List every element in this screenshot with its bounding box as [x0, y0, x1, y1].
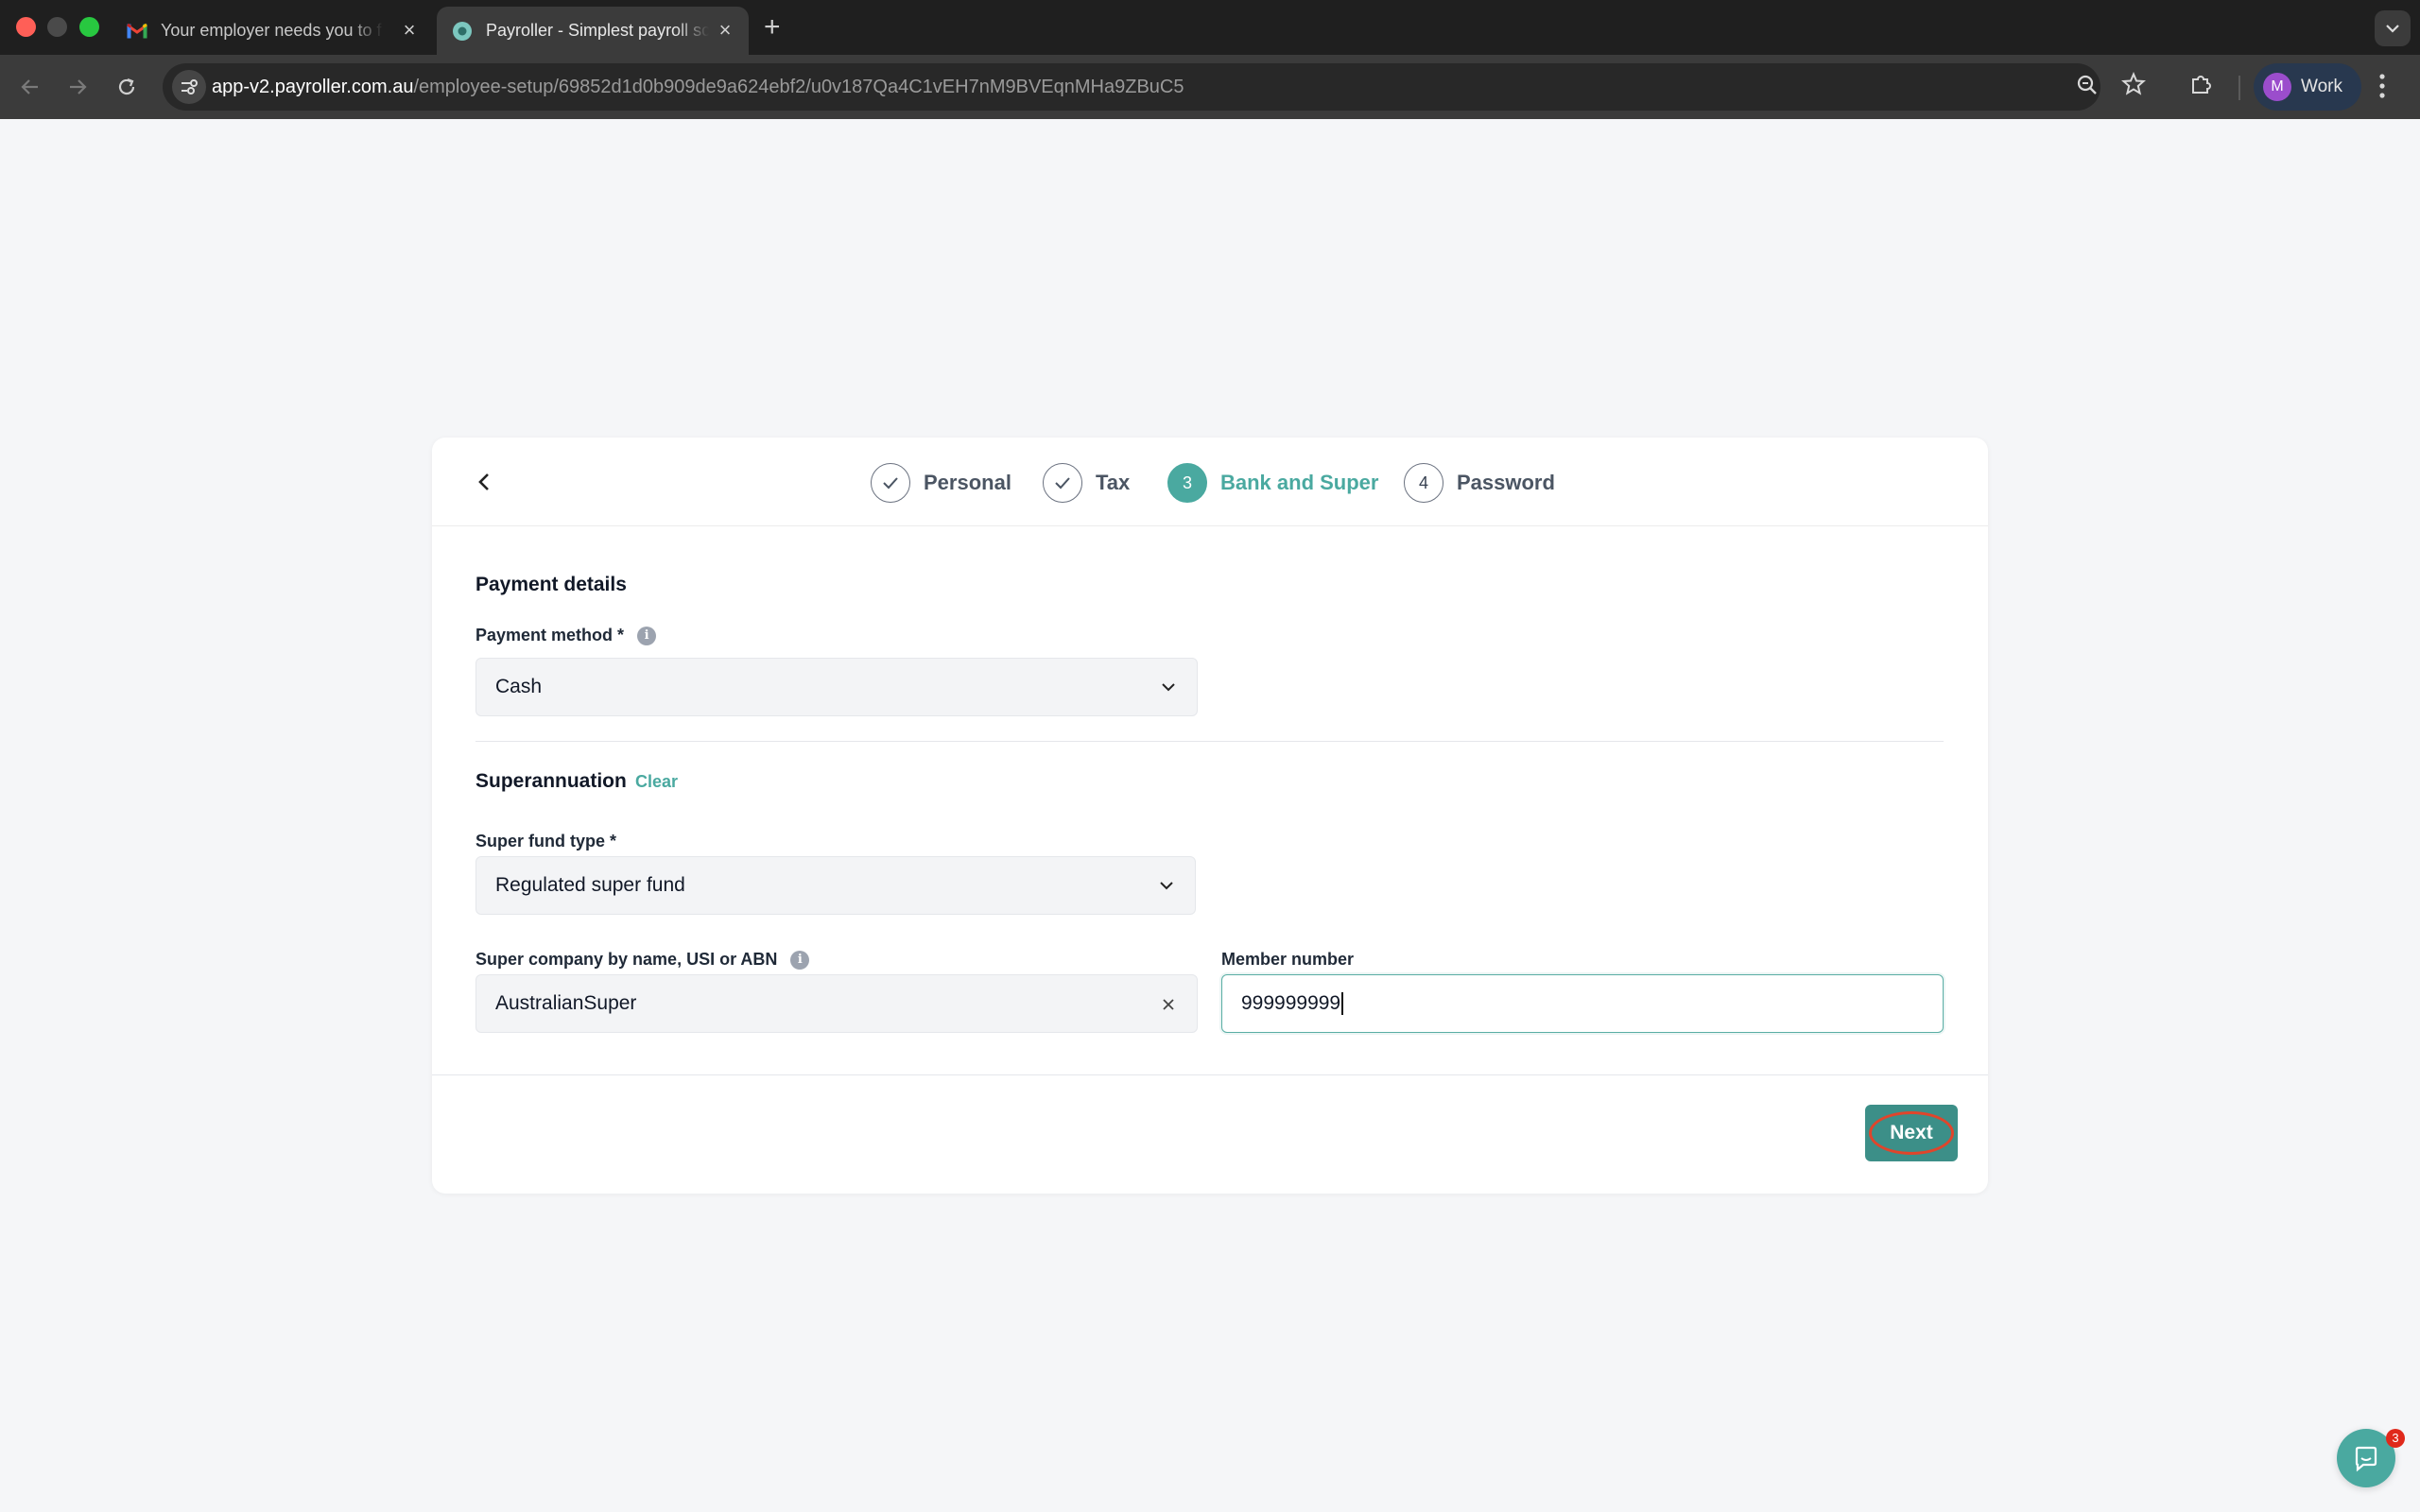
step-password[interactable]: 4 Password	[1404, 463, 1555, 503]
super-company-value: AustralianSuper	[495, 992, 637, 1014]
zoom-icon[interactable]	[2076, 74, 2099, 101]
kebab-menu-icon[interactable]	[2378, 72, 2386, 105]
new-tab-button[interactable]: +	[764, 13, 781, 42]
member-number-label-text: Member number	[1221, 950, 1355, 969]
check-icon	[871, 463, 910, 503]
super-company-label: Super company by name, USI or ABN i	[475, 950, 810, 970]
section-divider	[475, 741, 1944, 742]
reload-icon	[118, 77, 135, 95]
chevron-down-icon	[1160, 882, 1173, 890]
info-icon[interactable]: i	[790, 950, 810, 970]
maximize-window-button[interactable]	[79, 17, 99, 37]
chevron-down-icon	[2386, 25, 2399, 33]
minimize-window-button[interactable]	[47, 17, 67, 37]
browser-tab-bar: Your employer needs you to f × Payroller…	[0, 0, 2420, 55]
toolbar-divider	[2238, 76, 2240, 100]
tab-search-button[interactable]	[2375, 10, 2411, 46]
clear-input-icon[interactable]	[1157, 993, 1180, 1016]
super-fund-type-value: Regulated super fund	[495, 874, 685, 896]
member-number-field[interactable]: 999999999	[1221, 974, 1944, 1033]
notification-badge: 3	[2386, 1429, 2405, 1448]
browser-toolbar: app-v2.payroller.com.au/employee-setup/6…	[0, 55, 2420, 119]
payroller-icon	[452, 21, 473, 42]
step-label: Bank and Super	[1220, 471, 1379, 494]
text-caret	[1341, 992, 1344, 1015]
member-number-label: Member number	[1221, 950, 1354, 970]
back-button[interactable]	[468, 466, 500, 498]
back-nav-button[interactable]	[13, 70, 47, 104]
bookmark-star-icon[interactable]	[2121, 71, 2146, 101]
browser-tab-gmail[interactable]: Your employer needs you to f ×	[112, 7, 433, 55]
close-tab-icon[interactable]: ×	[715, 20, 735, 41]
employee-setup-card: Personal Tax 3 Bank and Super 4 Password…	[432, 438, 1988, 1194]
super-fund-type-label: Super fund type *	[475, 832, 616, 851]
site-info-icon[interactable]	[172, 70, 206, 104]
step-number: 4	[1404, 463, 1443, 503]
step-label: Tax	[1096, 471, 1131, 494]
profile-name: Work	[2301, 77, 2342, 96]
super-company-label-text: Super company by name, USI or ABN	[475, 950, 778, 969]
payment-method-label: Payment method * i	[475, 626, 657, 645]
tab-title: Payroller - Simplest payroll sc	[486, 21, 709, 40]
payment-method-select[interactable]: Cash	[475, 658, 1198, 716]
member-number-value: 999999999	[1241, 992, 1341, 1014]
super-fund-type-label-text: Super fund type *	[475, 832, 617, 850]
gmail-icon	[127, 21, 147, 42]
step-personal[interactable]: Personal	[871, 463, 1011, 503]
arrow-right-icon	[70, 79, 87, 94]
superannuation-heading: Superannuation	[475, 770, 627, 792]
next-button[interactable]: Next	[1865, 1105, 1958, 1161]
payment-details-heading: Payment details	[475, 574, 627, 595]
address-bar[interactable]: app-v2.payroller.com.au/employee-setup/6…	[163, 63, 2100, 111]
payment-method-label-text: Payment method *	[475, 626, 625, 644]
url-host: app-v2.payroller.com.au	[212, 77, 414, 97]
profile-button[interactable]: M Work	[2254, 63, 2361, 111]
arrow-left-icon	[21, 79, 38, 94]
close-window-button[interactable]	[16, 17, 36, 37]
clear-super-link[interactable]: Clear	[635, 772, 678, 792]
step-number: 3	[1167, 463, 1207, 503]
url-path: /employee-setup/69852d1d0b909de9a624ebf2…	[413, 77, 1184, 97]
tab-title: Your employer needs you to f	[161, 21, 382, 40]
step-tax[interactable]: Tax	[1043, 463, 1130, 503]
check-icon	[1043, 463, 1082, 503]
payment-method-value: Cash	[495, 676, 543, 697]
reload-button[interactable]	[110, 70, 144, 104]
step-label: Password	[1457, 471, 1555, 494]
chevron-down-icon	[1162, 683, 1175, 692]
info-icon[interactable]: i	[637, 626, 657, 645]
chevron-left-icon	[478, 473, 489, 490]
avatar: M	[2263, 73, 2291, 101]
step-bank-and-super[interactable]: 3 Bank and Super	[1167, 463, 1378, 503]
super-fund-type-select[interactable]: Regulated super fund	[475, 856, 1196, 915]
chat-bubble-icon	[2355, 1446, 2377, 1472]
extensions-puzzle-icon[interactable]	[2189, 72, 2214, 101]
url-text: app-v2.payroller.com.au/employee-setup/6…	[212, 77, 1184, 98]
step-label: Personal	[924, 471, 1011, 494]
forward-nav-button[interactable]	[60, 70, 95, 104]
browser-tab-payroller[interactable]: Payroller - Simplest payroll sc ×	[437, 7, 749, 55]
super-company-input[interactable]: AustralianSuper	[475, 974, 1198, 1033]
footer-divider	[432, 1074, 1988, 1075]
close-tab-icon[interactable]: ×	[399, 20, 420, 41]
stepper-header: Personal Tax 3 Bank and Super 4 Password	[432, 438, 1988, 526]
